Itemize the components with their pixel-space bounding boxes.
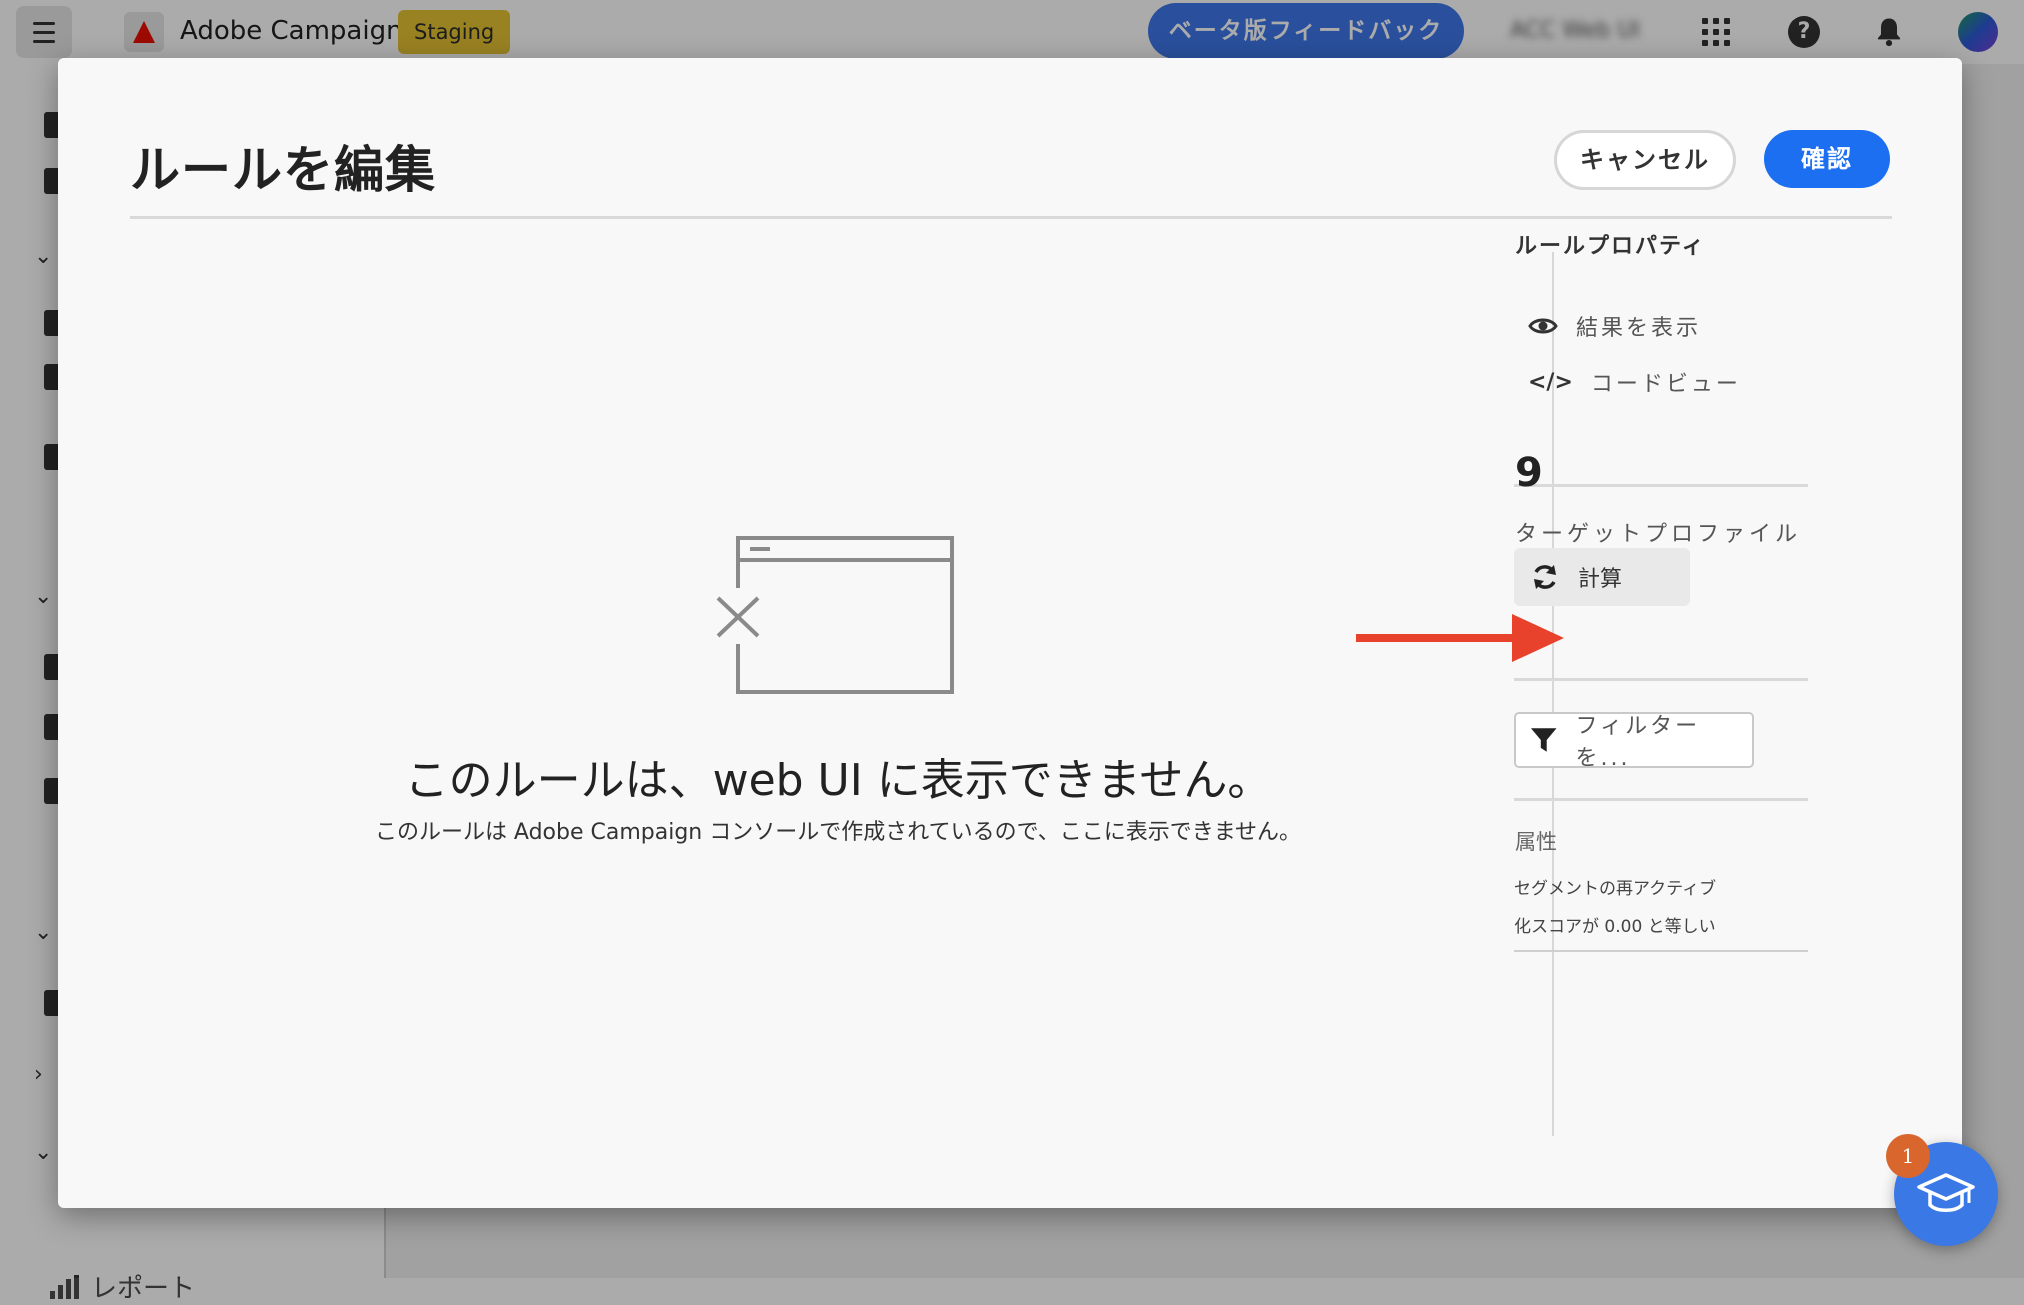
chart-icon <box>50 1274 79 1299</box>
calculate-button[interactable]: 計算 <box>1514 548 1690 606</box>
empty-state-title: このルールは、web UI に表示できません。 <box>404 755 1272 806</box>
cancel-button[interactable]: キャンセル <box>1554 130 1736 190</box>
code-icon: </> <box>1528 369 1573 395</box>
view-results-label: 結果を表示 <box>1576 316 1702 341</box>
annotation-arrow <box>1356 614 1564 662</box>
graduation-cap-icon <box>1917 1173 1975 1212</box>
divider <box>1514 678 1808 681</box>
divider <box>1514 484 1808 487</box>
divider <box>1514 798 1808 801</box>
rule-properties-heading: ルールプロパティ <box>1515 234 1706 259</box>
dialog-title: ルールを編集 <box>130 141 436 199</box>
filter-button[interactable]: フィルターを... <box>1514 712 1754 771</box>
filter-label: フィルターを... <box>1575 714 1701 771</box>
notification-badge: 1 <box>1886 1134 1930 1178</box>
confirm-button[interactable]: 確認 <box>1764 130 1890 188</box>
attribute-condition-line: 化スコアが 0.00 と等しい <box>1514 917 1716 937</box>
eye-icon <box>1528 318 1558 334</box>
divider <box>1514 950 1808 952</box>
view-results-button[interactable]: 結果を表示 <box>1528 310 1701 342</box>
attributes-label: 属性 <box>1515 830 1557 854</box>
target-count-label: ターゲットプロファイル <box>1515 522 1802 547</box>
code-view-button[interactable]: </> コードビュー <box>1528 366 1741 398</box>
code-view-label: コードビュー <box>1590 372 1741 397</box>
filter-icon <box>1530 728 1557 752</box>
attribute-condition: セグメントの再アクティブ 化スコアが 0.00 と等しい <box>1514 870 1769 946</box>
calculate-label: 計算 <box>1578 567 1623 592</box>
divider <box>130 216 1892 219</box>
empty-state-description: このルールは Adobe Campaign コンソールで作成されているので、ここ… <box>374 820 1302 845</box>
attribute-condition-line: セグメントの再アクティブ <box>1514 879 1717 899</box>
broken-window-icon <box>712 536 954 694</box>
refresh-icon <box>1534 565 1556 589</box>
target-count: 9 <box>1515 450 1543 496</box>
